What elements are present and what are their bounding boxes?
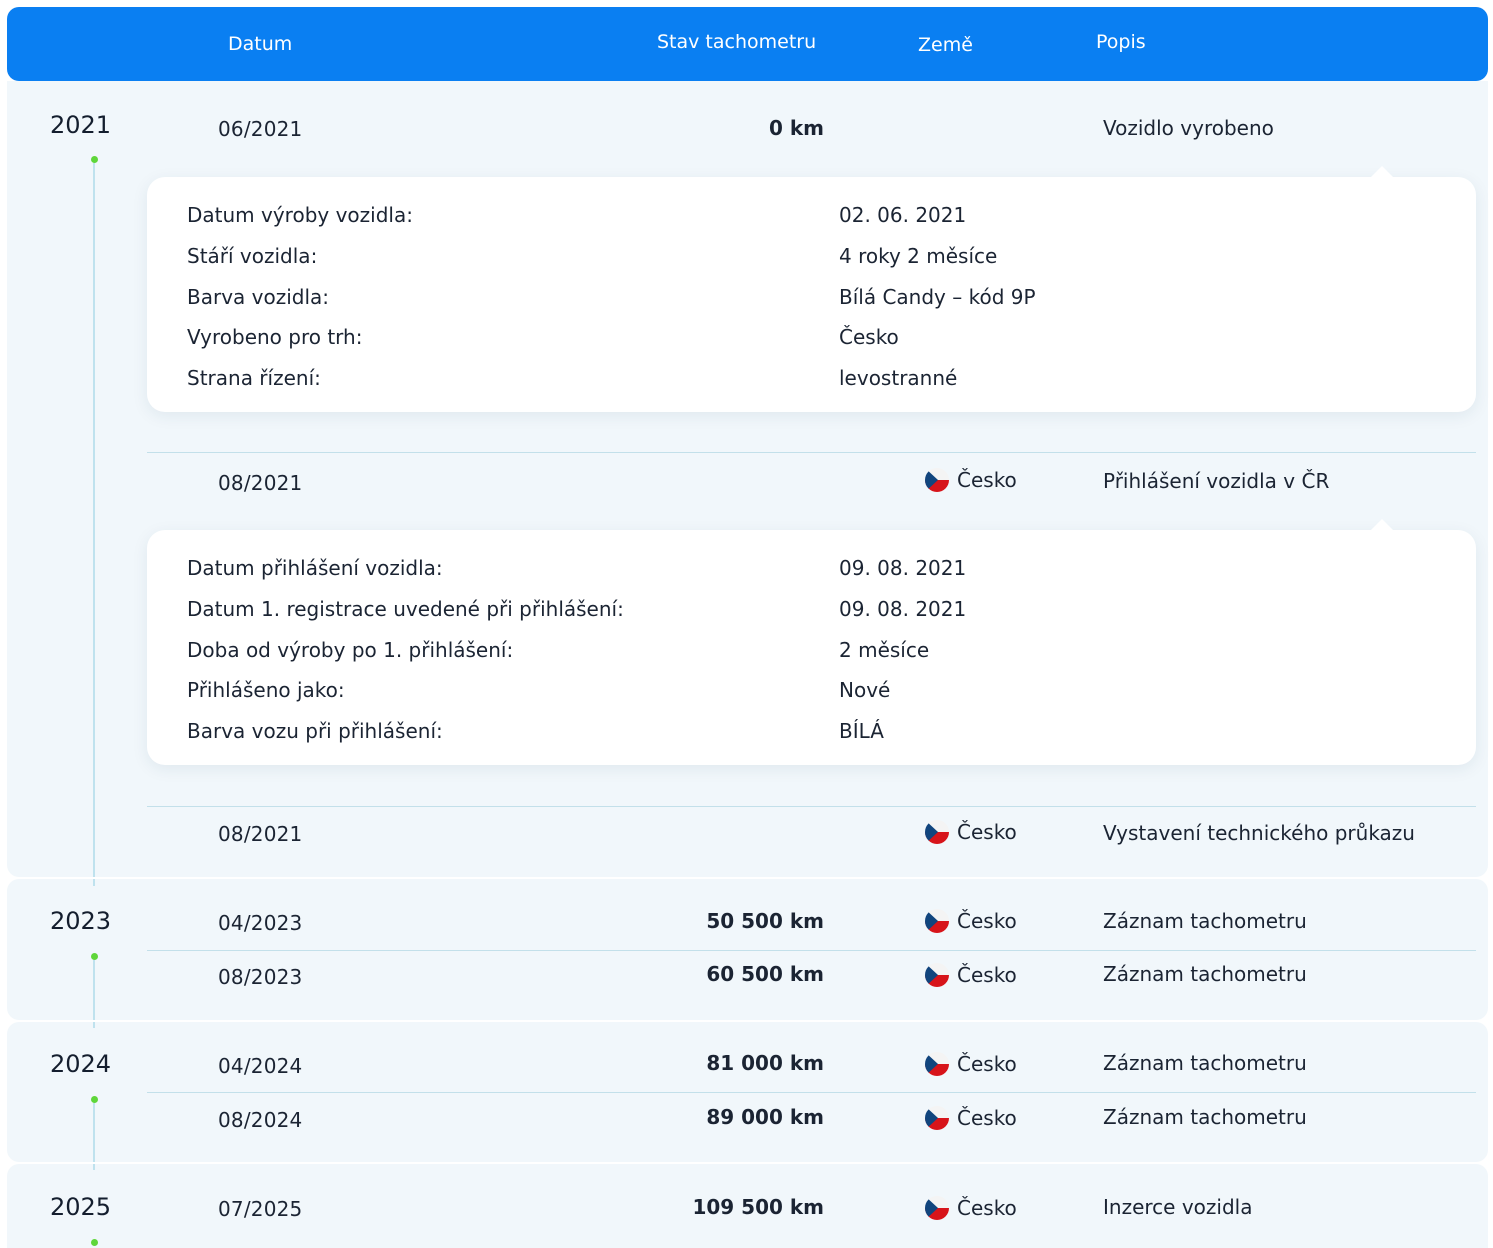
timeline-line [93,163,95,877]
row-country: Česko [925,909,1017,933]
row-odometer: 81 000 km [706,1051,824,1075]
czech-flag-icon [925,909,949,933]
row-country: Česko [925,468,1017,492]
timeline-line [93,960,95,1020]
row-date: 08/2024 [218,1108,303,1132]
detail-value: Nové [839,678,891,702]
czech-flag-icon [925,963,949,987]
row-country: Česko [925,820,1017,844]
czech-flag-icon [925,1106,949,1130]
row-country: Česko [925,963,1017,987]
row-country: Česko [925,1052,1017,1076]
table-header: Datum Stav tachometru Země Popis [7,7,1488,81]
country-name: Česko [957,468,1017,492]
row-odometer: 0 km [768,116,824,140]
detail-value: 4 roky 2 měsíce [839,244,998,268]
detail-label: Datum přihlášení vozidla: [187,556,443,580]
production-detail-card: Datum výroby vozidla: 02. 06. 2021 Stáří… [147,166,1476,412]
year-label: 2021 [50,111,112,139]
row-divider [147,806,1476,807]
row-divider [147,1092,1476,1093]
year-section-2025: 2025 07/2025 109 500 km Česko Inzerce vo… [7,1164,1488,1248]
row-description: Záznam tachometru [1103,909,1307,933]
timeline-line [93,879,95,886]
timeline-dot-icon [91,1239,98,1246]
detail-label: Přihlášeno jako: [187,678,345,702]
detail-label: Datum 1. registrace uvedené při přihláše… [187,597,624,621]
czech-flag-icon [925,468,949,492]
registration-detail-card: Datum přihlášení vozidla: 09. 08. 2021 D… [147,519,1476,765]
detail-label: Barva vozidla: [187,285,330,309]
detail-label: Datum výroby vozidla: [187,203,413,227]
row-odometer: 109 500 km [692,1195,824,1219]
row-date: 08/2021 [218,822,303,846]
year-section-2021: 2021 06/2021 0 km Vozidlo vyrobeno Datum… [7,81,1488,877]
detail-value: 2 měsíce [839,638,930,662]
year-label: 2025 [50,1193,112,1221]
detail-label: Doba od výroby po 1. přihlášení: [187,638,514,662]
row-date: 04/2024 [218,1054,303,1078]
country-name: Česko [957,909,1017,933]
detail-value: 09. 08. 2021 [839,597,967,621]
czech-flag-icon [925,1196,949,1220]
row-date: 07/2025 [218,1197,303,1221]
year-section-2023: 2023 04/2023 50 500 km Česko Záznam tach… [7,879,1488,1020]
detail-value: BÍLÁ [839,719,884,743]
row-odometer: 50 500 km [706,909,824,933]
year-label: 2023 [50,907,112,935]
detail-label: Strana řízení: [187,366,321,390]
header-date: Datum [228,33,293,55]
detail-label: Barva vozu při přihlášení: [187,719,443,743]
country-name: Česko [957,963,1017,987]
row-country: Česko [925,1106,1017,1130]
country-name: Česko [957,820,1017,844]
country-name: Česko [957,1196,1017,1220]
detail-value: Bílá Candy – kód 9P [839,285,1036,309]
row-date: 04/2023 [218,911,303,935]
czech-flag-icon [925,820,949,844]
row-country: Česko [925,1196,1017,1220]
timeline-dot-icon [91,1096,98,1103]
detail-label: Stáří vozidla: [187,244,318,268]
header-country: Země [918,34,973,56]
country-name: Česko [957,1106,1017,1130]
timeline-line [93,1103,95,1162]
header-odometer: Stav tachometru [657,31,817,53]
row-description: Záznam tachometru [1103,962,1307,986]
row-description: Záznam tachometru [1103,1105,1307,1129]
detail-value: 09. 08. 2021 [839,556,967,580]
row-divider [147,950,1476,951]
row-divider [147,452,1476,453]
timeline-line [93,1022,95,1028]
row-description: Přihlášení vozidla v ČR [1103,469,1330,493]
row-date: 08/2021 [218,471,303,495]
row-date: 08/2023 [218,965,303,989]
row-date: 06/2021 [218,117,303,141]
timeline-dot-icon [91,156,98,163]
row-description: Vystavení technického průkazu [1103,821,1415,845]
timeline-line [93,1164,95,1170]
timeline-dot-icon [91,953,98,960]
czech-flag-icon [925,1052,949,1076]
row-description: Záznam tachometru [1103,1051,1307,1075]
year-label: 2024 [50,1050,112,1078]
row-odometer: 89 000 km [706,1105,824,1129]
detail-value: Česko [839,325,899,349]
header-description: Popis [1096,31,1146,53]
row-description: Inzerce vozidla [1103,1195,1253,1219]
row-odometer: 60 500 km [706,962,824,986]
year-section-2024: 2024 04/2024 81 000 km Česko Záznam tach… [7,1022,1488,1162]
detail-label: Vyrobeno pro trh: [187,325,363,349]
row-description: Vozidlo vyrobeno [1103,116,1274,140]
detail-value: levostranné [839,366,958,390]
country-name: Česko [957,1052,1017,1076]
detail-value: 02. 06. 2021 [839,203,967,227]
